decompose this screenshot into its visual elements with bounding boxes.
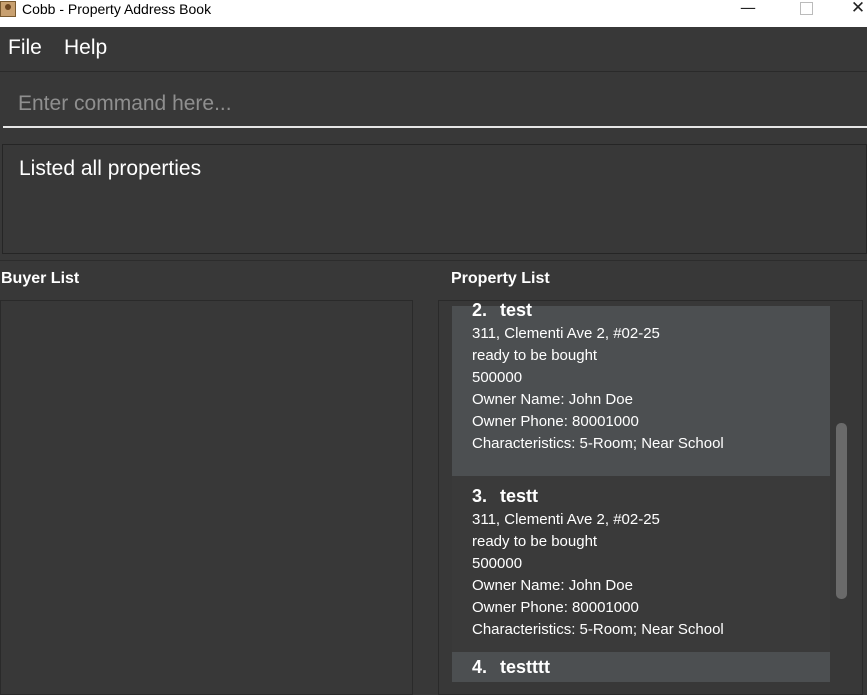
property-list-title: Property List — [451, 270, 550, 287]
property-characteristics: Characteristics: 5-Room; Near School — [472, 435, 724, 452]
divider — [0, 260, 867, 261]
window-title: Cobb - Property Address Book — [22, 1, 212, 17]
property-card-title: 2. test — [472, 300, 830, 323]
close-button[interactable]: ✕ — [838, 0, 867, 18]
result-text: Listed all properties — [19, 157, 202, 180]
menu-help[interactable]: Help — [64, 36, 107, 60]
maximize-icon — [799, 2, 813, 15]
property-name: testttt — [500, 657, 550, 677]
command-input[interactable] — [3, 82, 867, 126]
property-card-title: 3. testt — [472, 483, 830, 509]
property-owner-phone: Owner Phone: 80001000 — [472, 599, 639, 616]
property-name: testt — [500, 486, 539, 506]
property-card[interactable]: 2. test 311, Clementi Ave 2, #02-25 ready… — [452, 301, 830, 476]
property-index: 4. — [472, 657, 488, 677]
app-icon — [0, 1, 16, 17]
menu-file[interactable]: File — [8, 36, 42, 60]
property-address: 311, Clementi Ave 2, #02-25 — [472, 511, 660, 528]
buyer-list-panel[interactable] — [0, 300, 413, 695]
property-status: ready to be bought — [472, 533, 598, 550]
maximize-button[interactable] — [786, 0, 826, 18]
property-list-panel[interactable]: 2. test 311, Clementi Ave 2, #02-25 ready… — [438, 300, 863, 695]
property-index: 3. — [472, 486, 488, 506]
property-owner-name: Owner Name: John Doe — [472, 577, 633, 594]
property-card[interactable]: 4. testttt — [452, 652, 830, 682]
property-status: ready to be bought — [472, 347, 598, 364]
property-name: test — [500, 300, 533, 320]
buyer-list-title: Buyer List — [1, 270, 80, 287]
result-display: Listed all properties — [2, 144, 867, 254]
property-card-title: 4. testttt — [472, 654, 830, 680]
command-box — [3, 82, 867, 128]
property-address: 311, Clementi Ave 2, #02-25 — [472, 325, 660, 342]
property-list-scrollbar-thumb[interactable] — [836, 423, 847, 599]
property-owner-name: Owner Name: John Doe — [472, 391, 633, 408]
title-bar: Cobb - Property Address Book — ✕ — [0, 0, 867, 27]
menu-bar: File Help — [0, 27, 867, 72]
property-card[interactable]: 3. testt 311, Clementi Ave 2, #02-25 read… — [452, 476, 830, 652]
property-index: 2. — [472, 300, 488, 320]
property-price: 500000 — [472, 369, 523, 386]
property-owner-phone: Owner Phone: 80001000 — [472, 413, 639, 430]
minimize-button[interactable]: — — [728, 0, 768, 18]
property-price: 500000 — [472, 555, 523, 572]
property-characteristics: Characteristics: 5-Room; Near School — [472, 621, 724, 638]
